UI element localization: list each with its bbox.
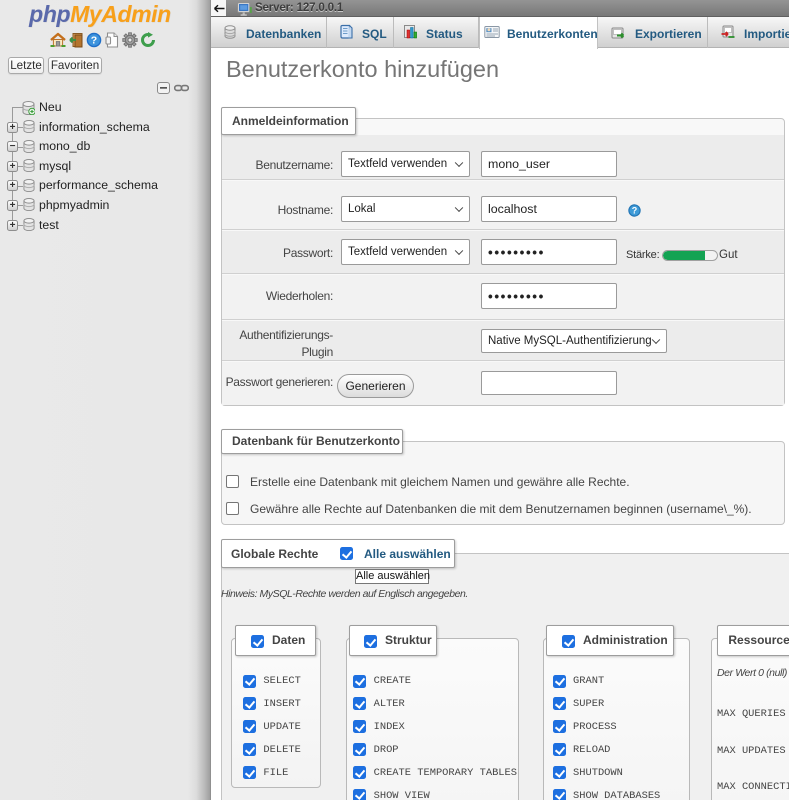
svg-text:?: ? (91, 35, 97, 47)
svg-text:?: ? (632, 206, 638, 216)
